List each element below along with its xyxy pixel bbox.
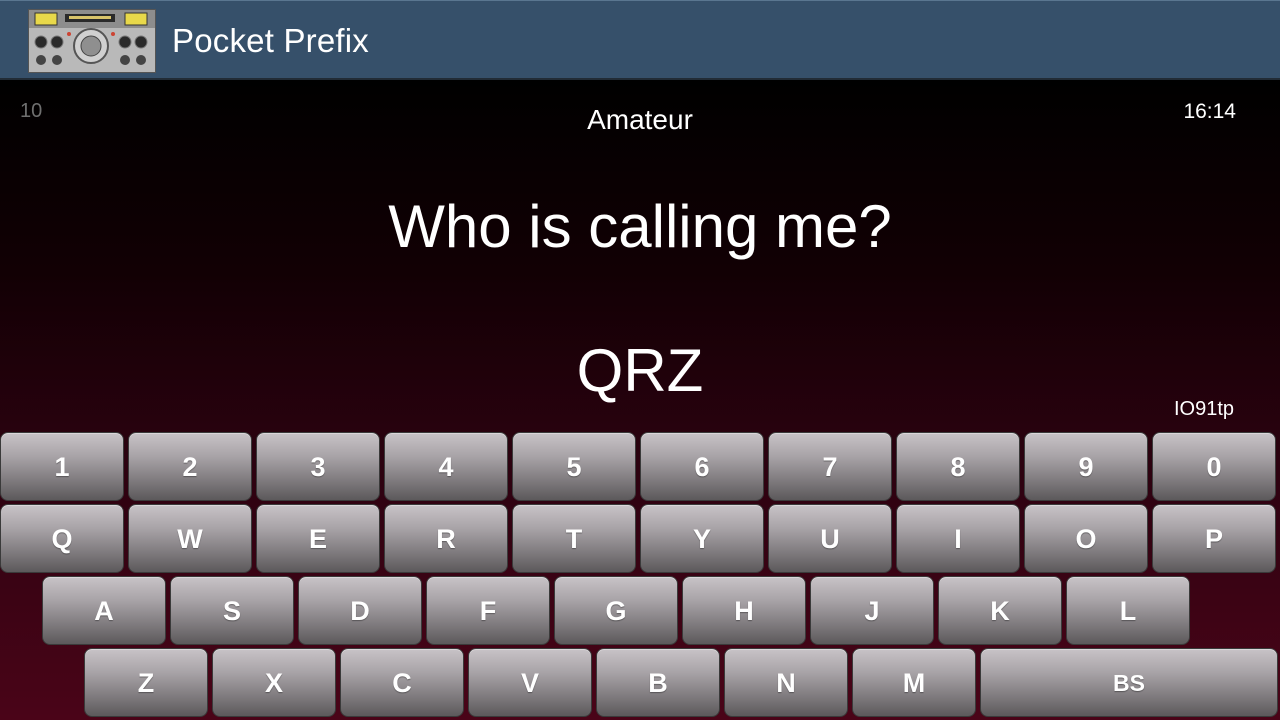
grid-locator: IO91tp [1173, 398, 1234, 420]
key-3[interactable]: 3 [256, 432, 380, 501]
key-n[interactable]: N [724, 648, 848, 717]
key-z[interactable]: Z [84, 648, 208, 717]
key-e[interactable]: E [256, 504, 380, 573]
key-t[interactable]: T [512, 504, 636, 573]
action-bar: Pocket Prefix [0, 0, 1280, 80]
key-r[interactable]: R [384, 504, 508, 573]
key-b[interactable]: B [596, 648, 720, 717]
app-title: Pocket Prefix [172, 22, 370, 59]
key-j[interactable]: J [810, 576, 934, 645]
key-f[interactable]: F [426, 576, 550, 645]
keyboard-row-home: A S D F G H J K L [0, 576, 1280, 646]
callsign-display: QRZ [576, 337, 704, 404]
key-5[interactable]: 5 [512, 432, 636, 501]
key-h[interactable]: H [682, 576, 806, 645]
key-a[interactable]: A [42, 576, 166, 645]
key-2[interactable]: 2 [128, 432, 252, 501]
app-root: Pocket Prefix 1 0 Amateur 16:14 Who is ca… [0, 0, 1280, 720]
key-p[interactable]: P [1152, 504, 1276, 573]
key-l[interactable]: L [1066, 576, 1190, 645]
key-i[interactable]: I [896, 504, 1020, 573]
key-0[interactable]: 0 [1152, 432, 1276, 501]
key-o[interactable]: O [1024, 504, 1148, 573]
key-s[interactable]: S [170, 576, 294, 645]
backspace-button[interactable]: BS [980, 648, 1278, 717]
key-6[interactable]: 6 [640, 432, 764, 501]
key-m[interactable]: M [852, 648, 976, 717]
keyboard-row-qwerty: Q W E R T Y U I O P [0, 504, 1280, 574]
key-q[interactable]: Q [0, 504, 124, 573]
radio-transceiver-icon[interactable] [28, 9, 156, 73]
keyboard-row-digits: 1 2 3 4 5 6 7 8 9 0 [0, 432, 1280, 502]
key-g[interactable]: G [554, 576, 678, 645]
key-u[interactable]: U [768, 504, 892, 573]
key-d[interactable]: D [298, 576, 422, 645]
key-v[interactable]: V [468, 648, 592, 717]
question-text: Who is calling me? [388, 193, 892, 260]
key-7[interactable]: 7 [768, 432, 892, 501]
mode-label: Amateur [587, 104, 693, 135]
key-4[interactable]: 4 [384, 432, 508, 501]
key-8[interactable]: 8 [896, 432, 1020, 501]
key-9[interactable]: 9 [1024, 432, 1148, 501]
key-c[interactable]: C [340, 648, 464, 717]
key-1[interactable]: 1 [0, 432, 124, 501]
clock: 16:14 [1183, 100, 1236, 123]
key-x[interactable]: X [212, 648, 336, 717]
keyboard-row-bottom: Z X C V B N M BS [0, 648, 1280, 718]
key-y[interactable]: Y [640, 504, 764, 573]
key-w[interactable]: W [128, 504, 252, 573]
key-k[interactable]: K [938, 576, 1062, 645]
